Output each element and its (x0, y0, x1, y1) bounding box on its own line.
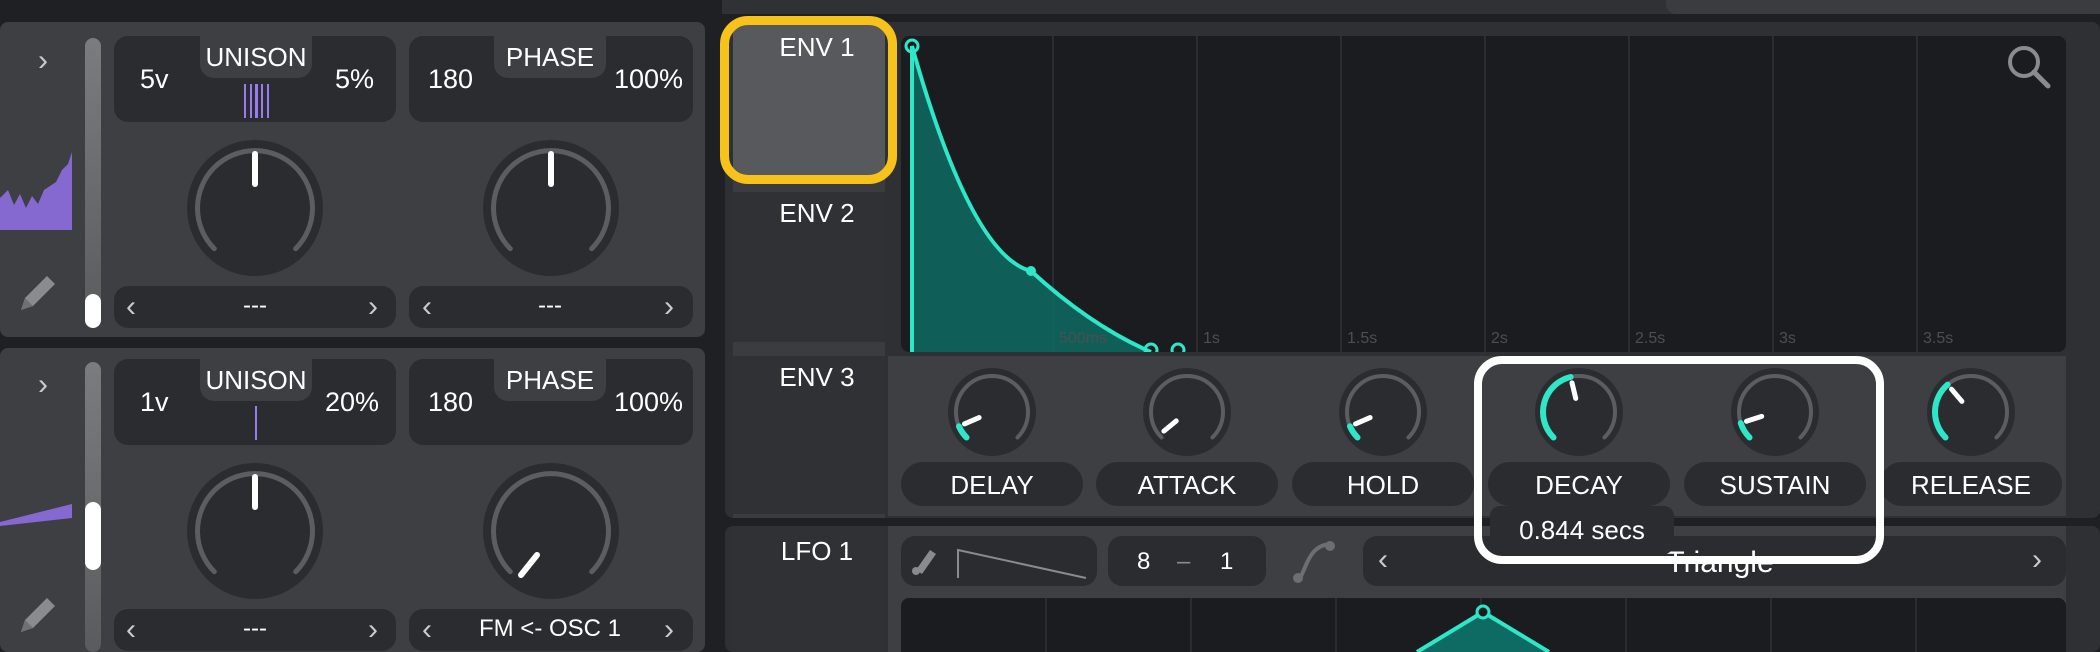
osc-2-phase-knob[interactable] (483, 463, 619, 599)
env-time-label-4: 2.5s (1635, 330, 1666, 347)
osc-1-unison-voice-display (244, 84, 269, 118)
osc-1-right-select-value: --- (538, 292, 562, 319)
osc-2-right-next-icon[interactable]: › (664, 615, 674, 645)
osc-2-phase-random[interactable]: 100% (614, 387, 683, 418)
osc-1-unison-label: UNISON (205, 42, 307, 72)
zoom-search-icon[interactable] (2006, 44, 2052, 90)
paintbrush-icon[interactable] (908, 544, 942, 578)
osc-1-phase-random[interactable]: 100% (614, 64, 683, 95)
osc-2-unison-detune[interactable]: 20% (325, 387, 379, 418)
lfo-rate-denominator[interactable]: 1 (1220, 548, 1233, 576)
top-bar-field[interactable] (1666, 0, 2100, 14)
osc-1-phase-value[interactable]: 180 (428, 64, 473, 95)
osc-2-expand-icon[interactable]: › (38, 370, 48, 400)
osc-2-phase-value[interactable]: 180 (428, 387, 473, 418)
env-knob-label-attack: ATTACK (1137, 470, 1237, 500)
osc-1-unison-detune[interactable]: 5% (335, 64, 374, 95)
osc-2-left-select-value: --- (243, 615, 267, 642)
env-tab-3-label: ENV 3 (779, 362, 855, 392)
env-time-label-3: 2s (1491, 330, 1508, 347)
osc-1-level-handle[interactable] (85, 294, 101, 328)
osc-2-unison-knob[interactable] (187, 463, 323, 599)
decay-tooltip-text: 0.844 secs (1519, 515, 1645, 545)
osc-2-left-prev-icon[interactable]: ‹ (126, 615, 136, 645)
env-knob-label-hold: HOLD (1346, 470, 1420, 500)
osc-2-phase-label: PHASE (505, 365, 595, 395)
osc-2-right-prev-icon[interactable]: ‹ (422, 615, 432, 645)
env-knob-delay[interactable] (948, 368, 1036, 456)
osc-2-left-next-icon[interactable]: › (368, 615, 378, 645)
osc-1-phase-label: PHASE (505, 42, 595, 72)
osc-1-unison-knob[interactable] (187, 140, 323, 276)
env-knob-label-delay: DELAY (950, 470, 1034, 500)
env-knob-attack[interactable] (1143, 368, 1231, 456)
lfo-rate-separator: – (1177, 548, 1191, 575)
env-knob-label-release: RELEASE (1911, 470, 2031, 500)
lfo-graph[interactable] (901, 598, 2066, 652)
env-time-label-1: 1s (1203, 330, 1220, 347)
osc-1-left-prev-icon[interactable]: ‹ (126, 292, 136, 322)
osc-2-unison-label: UNISON (205, 365, 307, 395)
envelope-graph[interactable]: 500ms 1s 1.5s 2s 2.5s 3s 3.5s (901, 36, 2066, 352)
osc-1-level-slider[interactable] (85, 38, 101, 328)
lfo-tab-1-label: LFO 1 (780, 536, 854, 566)
lfo-rate-numerator[interactable]: 8 (1137, 548, 1150, 576)
env-time-label-0: 500ms (1059, 330, 1108, 347)
env-time-label-2: 1.5s (1347, 330, 1378, 347)
env-time-label-6: 3.5s (1923, 330, 1954, 347)
osc-2-level-handle[interactable] (85, 502, 101, 570)
lfo-smooth-curve-icon[interactable] (1290, 538, 1338, 586)
osc-2-unison-voice-display (255, 406, 257, 440)
lfo-paint-shape-icon (957, 548, 1087, 579)
osc-1-unison-voices[interactable]: 5v (140, 64, 169, 95)
env-tab-1-highlight (720, 16, 897, 184)
env-tab-2-label: ENV 2 (779, 198, 855, 228)
env-knob-release[interactable] (1927, 368, 2015, 456)
osc-1-phase-knob[interactable] (483, 140, 619, 276)
osc-1-left-select-value: --- (243, 292, 267, 319)
osc-1-expand-icon[interactable]: › (38, 46, 48, 76)
env-knob-hold[interactable] (1339, 368, 1427, 456)
osc-1-right-prev-icon[interactable]: ‹ (422, 292, 432, 322)
osc-1-right-next-icon[interactable]: › (664, 292, 674, 322)
lfo-shape-prev-icon[interactable]: ‹ (1378, 545, 1388, 575)
osc-2-edit-icon[interactable] (15, 592, 61, 638)
osc-1-left-next-icon[interactable]: › (368, 292, 378, 322)
env-time-label-5: 3s (1779, 330, 1796, 347)
osc-1-edit-icon[interactable] (15, 270, 61, 316)
osc-1-waveform-display (0, 152, 72, 230)
osc-2-unison-voices[interactable]: 1v (140, 387, 169, 418)
lfo-shape-next-icon[interactable]: › (2032, 545, 2042, 575)
osc-2-level-slider[interactable] (85, 362, 101, 652)
osc-2-waveform-display (0, 504, 72, 526)
osc-2-right-select-value: FM <- OSC 1 (478, 615, 622, 642)
